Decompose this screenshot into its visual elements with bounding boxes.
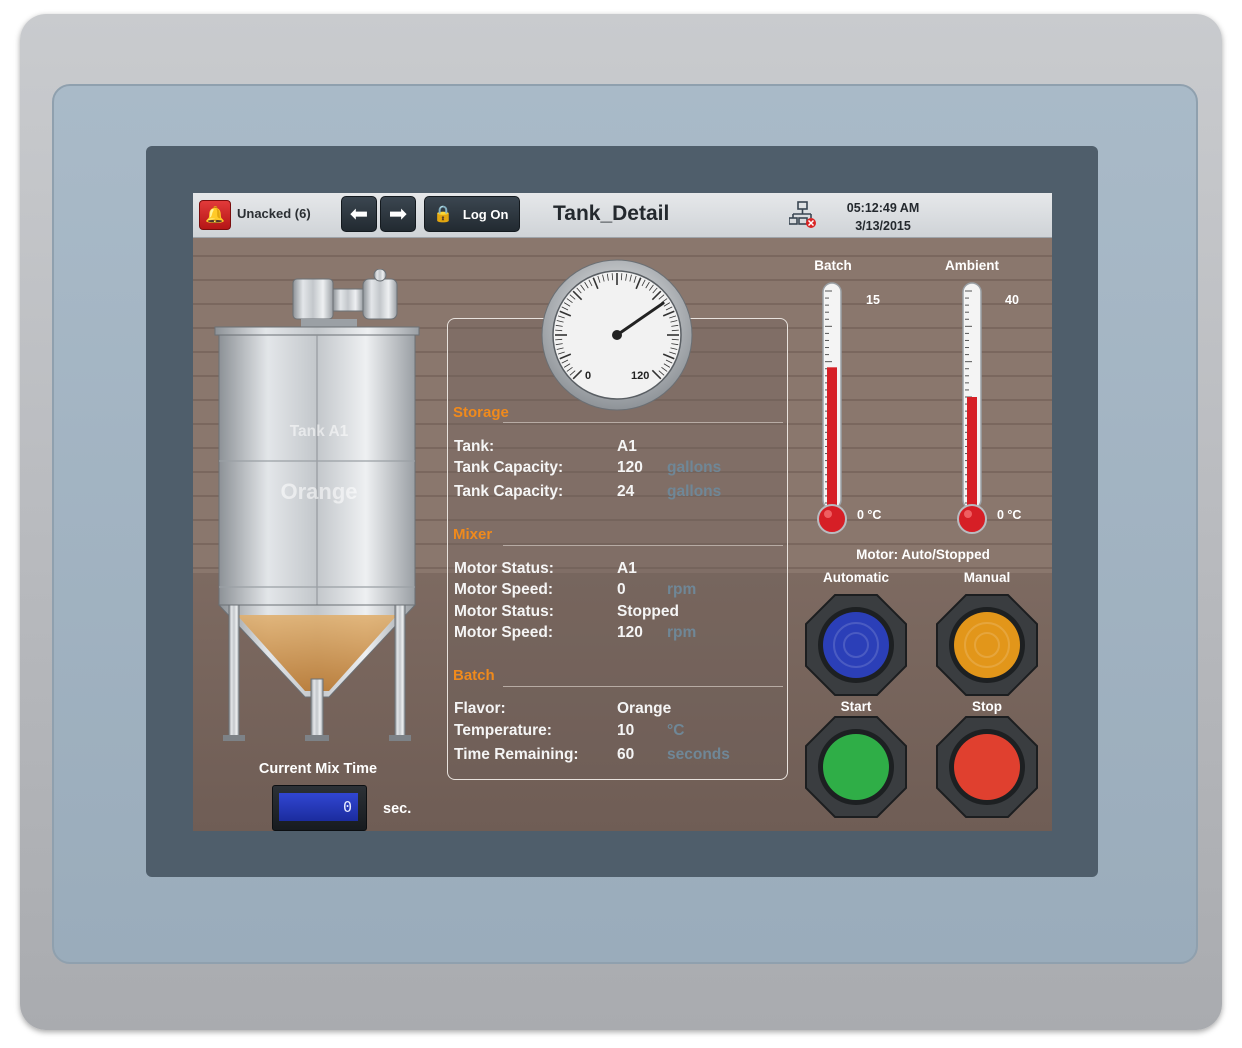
batch-thermometer-fill (827, 367, 837, 521)
mix-time-unit: sec. (383, 801, 412, 817)
gauge-tick (671, 329, 679, 332)
storage-divider (503, 422, 783, 423)
storage-row-label: Tank: (454, 438, 495, 455)
mixer-row-label: Motor Speed: (454, 581, 554, 598)
automatic-button-label: Automatic (822, 570, 889, 585)
back-button[interactable]: ⬅ (341, 196, 377, 232)
batch-row-value: 60 (617, 746, 635, 763)
clock-time: 05:12:49 AM (846, 201, 920, 215)
storage-row-value: 24 (617, 483, 635, 500)
log-on-button[interactable]: 🔒 Log On (424, 196, 520, 232)
tank-name-label: Tank A1 (289, 423, 349, 440)
forward-button[interactable]: ➡ (380, 196, 416, 232)
storage-row-unit: gallons (667, 459, 722, 476)
start-lamp (823, 734, 889, 800)
batch-row-value: 10 (617, 722, 635, 739)
mix-time-display: 0 (272, 785, 367, 831)
batch-thermometer-max: 15 (866, 293, 880, 307)
automatic-button[interactable] (804, 593, 908, 697)
ambient-thermometer (957, 282, 987, 534)
tank-flavor-label: Orange (280, 479, 358, 504)
mixer-row-label: Motor Status: (454, 603, 554, 620)
mixer-row-value: 120 (617, 624, 643, 641)
motor-status-label: Motor: Auto/Stopped (856, 547, 990, 562)
mixer-heading: Mixer (453, 526, 493, 543)
storage-row-label: Tank Capacity: (454, 483, 564, 500)
batch-heading: Batch (453, 667, 495, 684)
ambient-thermometer-max: 40 (1005, 293, 1019, 307)
batch-thermometer-min: 0 °C (857, 508, 882, 522)
storage-heading: Storage (453, 404, 509, 421)
batch-row-label: Time Remaining: (454, 746, 579, 763)
mix-time-value: 0 (279, 793, 358, 821)
mixer-row-label: Motor Status: (454, 560, 554, 577)
clock: 05:12:49 AM 3/13/2015 (833, 199, 933, 235)
batch-thermometer (817, 282, 847, 534)
tank-illustration (214, 269, 420, 741)
lock-icon: 🔒 (433, 206, 453, 223)
mixer-row-value: 0 (617, 581, 626, 598)
hmi-screen: 🔔 Unacked (6) ⬅ ➡ 🔒 Log On Tank_Detail 0… (193, 193, 1052, 831)
storage-row-value: A1 (617, 438, 637, 455)
gauge-max-label: 120 (631, 370, 649, 382)
ambient-thermometer-label: Ambient (945, 258, 999, 273)
mix-time-label: Current Mix Time (258, 761, 378, 777)
stop-lamp (954, 734, 1020, 800)
batch-row-unit: °C (667, 722, 685, 739)
batch-divider (503, 686, 783, 687)
mixer-row-label: Motor Speed: (454, 624, 554, 641)
gauge-min-label: 0 (585, 370, 591, 382)
top-bar: 🔔 Unacked (6) ⬅ ➡ 🔒 Log On Tank_Detail 0… (193, 193, 1052, 238)
clock-date: 3/13/2015 (855, 219, 911, 233)
batch-row-unit: seconds (667, 746, 730, 763)
alarm-count-label: Unacked (6) (237, 206, 311, 221)
gauge-tick (555, 338, 563, 341)
log-on-label: Log On (462, 206, 509, 222)
screen-title: Tank_Detail (553, 202, 670, 225)
mixer-row-unit: rpm (667, 581, 697, 598)
storage-row-unit: gallons (667, 483, 722, 500)
gauge-tick (611, 273, 614, 281)
gauge-tick (620, 273, 623, 281)
batch-row-label: Temperature: (454, 722, 552, 739)
mixer-row-value: A1 (617, 560, 637, 577)
storage-row-value: 120 (617, 459, 643, 476)
pressure-gauge: 0 120 (541, 259, 693, 411)
automatic-lamp (823, 612, 889, 678)
start-button-label: Start (840, 699, 872, 714)
gauge-tick (671, 338, 679, 341)
ambient-thermometer-fill (967, 397, 977, 521)
storage-row-label: Tank Capacity: (454, 459, 564, 476)
ambient-thermometer-min: 0 °C (997, 508, 1022, 522)
network-status-icon (789, 201, 816, 228)
start-button[interactable] (804, 715, 908, 819)
mixer-divider (503, 545, 783, 546)
stop-button-label: Stop (972, 699, 1002, 714)
arrow-left-icon: ⬅ (349, 201, 369, 226)
manual-button-label: Manual (963, 570, 1011, 585)
batch-thermometer-label: Batch (814, 258, 852, 273)
manual-button[interactable] (935, 593, 1039, 697)
batch-row-value: Orange (617, 700, 672, 717)
bell-icon: 🔔 (205, 207, 225, 224)
gauge-tick (555, 329, 563, 332)
manual-lamp (954, 612, 1020, 678)
arrow-right-icon: ➡ (388, 201, 408, 226)
mixer-row-unit: rpm (667, 624, 697, 641)
alarm-bell-button[interactable]: 🔔 (199, 200, 231, 230)
stop-button[interactable] (935, 715, 1039, 819)
batch-row-label: Flavor: (454, 700, 506, 717)
mixer-row-value: Stopped (617, 603, 679, 620)
